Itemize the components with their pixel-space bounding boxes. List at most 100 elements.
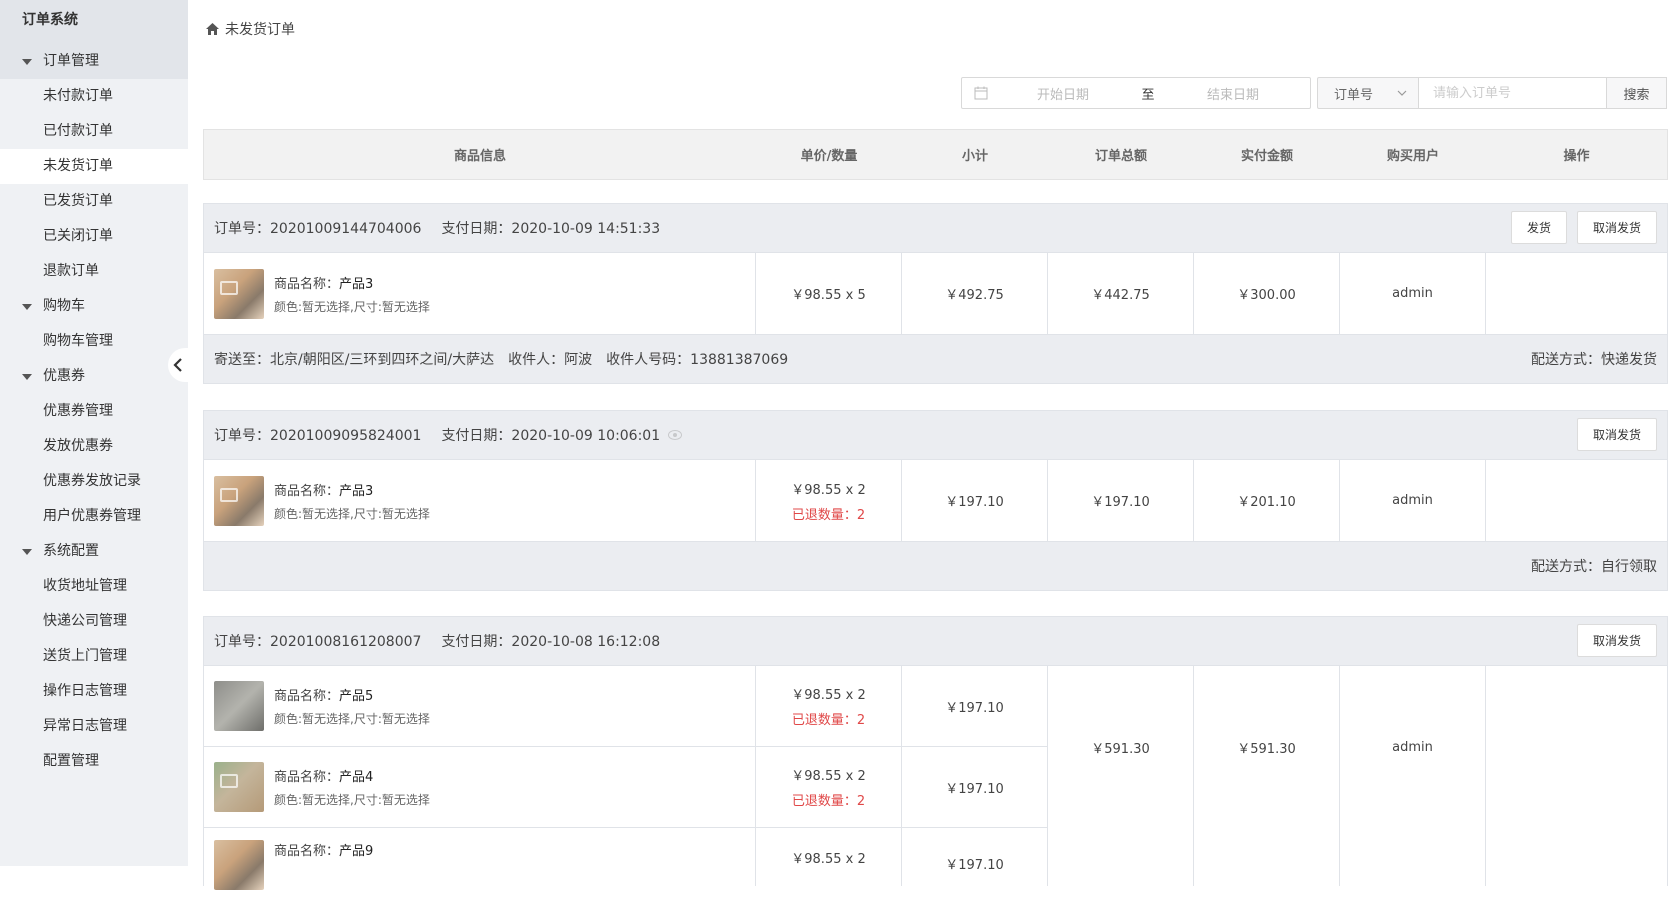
- chevron-left-icon: [173, 358, 182, 372]
- order-number-input[interactable]: [1418, 77, 1607, 109]
- sidebar-item-oplog[interactable]: 操作日志管理: [0, 674, 188, 709]
- product-thumbnail[interactable]: [214, 681, 264, 731]
- actions-cell: [1486, 253, 1667, 334]
- product-thumbnail[interactable]: [214, 840, 264, 890]
- product-attributes: 颜色:暂无选择,尺寸:暂无选择: [274, 506, 430, 521]
- sidebar-item-config[interactable]: 配置管理: [0, 744, 188, 779]
- paid-amount: ￥201.10: [1237, 495, 1296, 510]
- sidebar-item-cart-manage[interactable]: 购物车管理: [0, 324, 188, 359]
- caret-down-icon: [22, 373, 32, 380]
- table-header: 商品信息 单价/数量 小计 订单总额 实付金额 购买用户 操作: [203, 129, 1668, 180]
- end-date-input[interactable]: 结束日期: [1158, 84, 1308, 103]
- order-total: ￥197.10: [1091, 495, 1150, 510]
- product-attributes: 颜色:暂无选择,尺寸:暂无选择: [274, 712, 430, 726]
- sidebar-item-user-coupons[interactable]: 用户优惠券管理: [0, 499, 188, 534]
- subtotal: ￥197.10: [945, 495, 1004, 510]
- order-header: 订单号：20201009095824001 支付日期：2020-10-09 10…: [204, 411, 1667, 460]
- actions-cell: [1486, 666, 1667, 828]
- sidebar-item-coupon-manage[interactable]: 优惠券管理: [0, 394, 188, 429]
- subtotal: ￥197.10: [945, 858, 1004, 873]
- shipping-method: 配送方式：自行领取: [1531, 559, 1657, 575]
- sidebar-item-shipped[interactable]: 已发货订单: [0, 184, 188, 219]
- product-name: 产品3: [339, 483, 374, 499]
- caret-down-icon: [22, 58, 32, 65]
- pay-date: 支付日期：2020-10-08 16:12:08: [441, 634, 661, 650]
- sidebar-group-cart[interactable]: 购物车: [0, 289, 188, 324]
- product-name: 产品5: [339, 689, 374, 704]
- order-header: 订单号：20201009144704006 支付日期：2020-10-09 14…: [204, 204, 1667, 253]
- receiver-phone: 收件人号码：13881387069: [606, 352, 789, 368]
- product-name: 产品9: [339, 844, 374, 859]
- header-order-total: 订单总额: [1094, 149, 1147, 164]
- date-separator: 至: [1141, 87, 1155, 103]
- order-footer: 寄送至：北京/朝阳区/三环到四环之间/大萨达 收件人：阿波 收件人号码：1388…: [204, 334, 1667, 383]
- order-card: 订单号：20201008161208007 支付日期：2020-10-08 16…: [203, 616, 1668, 890]
- sidebar-item-paid[interactable]: 已付款订单: [0, 114, 188, 149]
- search-field-select[interactable]: 订单号: [1317, 77, 1418, 109]
- product-attributes: 颜色:暂无选择,尺寸:暂无选择: [274, 299, 430, 314]
- sidebar-group-system[interactable]: 系统配置: [0, 534, 188, 569]
- main-content: 未发货订单 开始日期 至 结束日期 订单号 搜索 商品信息 单价/数量 小计 订…: [188, 0, 1677, 890]
- cancel-ship-button[interactable]: 取消发货: [1576, 418, 1657, 451]
- sidebar-item-unshipped[interactable]: 未发货订单: [0, 149, 188, 184]
- sidebar-item-refund[interactable]: 退款订单: [0, 254, 188, 289]
- buyer: admin: [1392, 286, 1433, 301]
- price-qty: ￥98.55 x 5: [791, 288, 866, 303]
- order-footer: 配送方式：自行领取: [204, 541, 1667, 590]
- sidebar-item-address[interactable]: 收货地址管理: [0, 569, 188, 604]
- header-price-qty: 单价/数量: [800, 149, 858, 164]
- sidebar-item-coupon-records[interactable]: 优惠券发放记录: [0, 464, 188, 499]
- product-thumbnail[interactable]: [214, 268, 264, 319]
- product-thumbnail[interactable]: [214, 762, 264, 812]
- caret-down-icon: [22, 548, 32, 555]
- order-number: 订单号：20201009144704006: [214, 221, 422, 237]
- chevron-down-icon: [1397, 90, 1407, 96]
- product-row: 商品名称：产品3 颜色:暂无选择,尺寸:暂无选择: [204, 460, 755, 541]
- pay-date: 支付日期：2020-10-09 10:06:01: [441, 428, 661, 444]
- order-number: 订单号：20201009095824001: [214, 428, 422, 444]
- filter-bar: 开始日期 至 结束日期 订单号 搜索: [961, 77, 1667, 109]
- caret-down-icon: [22, 303, 32, 310]
- order-header: 订单号：20201008161208007 支付日期：2020-10-08 16…: [204, 617, 1667, 666]
- shipping-address: 寄送至：北京/朝阳区/三环到四环之间/大萨达: [214, 352, 495, 368]
- paid-amount: ￥300.00: [1237, 288, 1296, 303]
- sidebar-item-coupon-issue[interactable]: 发放优惠券: [0, 429, 188, 464]
- app-title: 订单系统: [0, 0, 188, 44]
- start-date-input[interactable]: 开始日期: [988, 84, 1138, 103]
- home-icon[interactable]: [206, 23, 219, 35]
- ship-button[interactable]: 发货: [1510, 211, 1567, 244]
- date-range-picker[interactable]: 开始日期 至 结束日期: [961, 77, 1311, 109]
- calendar-icon: [974, 86, 988, 100]
- subtotal: ￥197.10: [902, 666, 1047, 747]
- price-qty: ￥98.55 x 2: [791, 852, 866, 867]
- sidebar: 订单系统 订单管理 未付款订单 已付款订单 未发货订单 已发货订单 已关闭订单 …: [0, 0, 188, 866]
- cancel-ship-button[interactable]: 取消发货: [1576, 211, 1657, 244]
- search-button[interactable]: 搜索: [1607, 77, 1667, 109]
- product-thumbnail[interactable]: [214, 475, 264, 526]
- sidebar-group-coupons[interactable]: 优惠券: [0, 359, 188, 394]
- sidebar-item-closed[interactable]: 已关闭订单: [0, 219, 188, 254]
- sidebar-item-courier[interactable]: 快递公司管理: [0, 604, 188, 639]
- cancel-ship-button[interactable]: 取消发货: [1576, 624, 1657, 657]
- refund-qty: 已退数量：2: [791, 794, 866, 809]
- paid-amount: ￥591.30: [1237, 741, 1296, 757]
- sidebar-item-delivery[interactable]: 送货上门管理: [0, 639, 188, 674]
- breadcrumb-current: 未发货订单: [225, 22, 295, 38]
- header-buyer: 购买用户: [1386, 149, 1439, 164]
- sidebar-item-unpaid[interactable]: 未付款订单: [0, 79, 188, 114]
- product-row: 商品名称：产品3 颜色:暂无选择,尺寸:暂无选择: [204, 253, 755, 334]
- product-name: 产品3: [339, 276, 374, 292]
- receiver-name: 收件人：阿波: [508, 352, 593, 368]
- price-qty: ￥98.55 x 2 已退数量：2: [791, 482, 866, 523]
- price-qty: ￥98.55 x 2 已退数量：2: [756, 747, 901, 828]
- order-card: 订单号：20201009144704006 支付日期：2020-10-09 14…: [203, 203, 1668, 384]
- header-paid-amount: 实付金额: [1240, 149, 1293, 164]
- product-name: 产品4: [339, 770, 374, 785]
- price-qty: ￥98.55 x 2 已退数量：2: [756, 666, 901, 747]
- sidebar-group-orders[interactable]: 订单管理: [0, 44, 188, 79]
- product-attributes: 颜色:暂无选择,尺寸:暂无选择: [274, 793, 430, 807]
- sidebar-item-errlog[interactable]: 异常日志管理: [0, 709, 188, 744]
- refund-qty: 已退数量：2: [791, 507, 866, 523]
- order-number: 订单号：20201008161208007: [214, 634, 422, 650]
- eye-icon[interactable]: [668, 430, 683, 440]
